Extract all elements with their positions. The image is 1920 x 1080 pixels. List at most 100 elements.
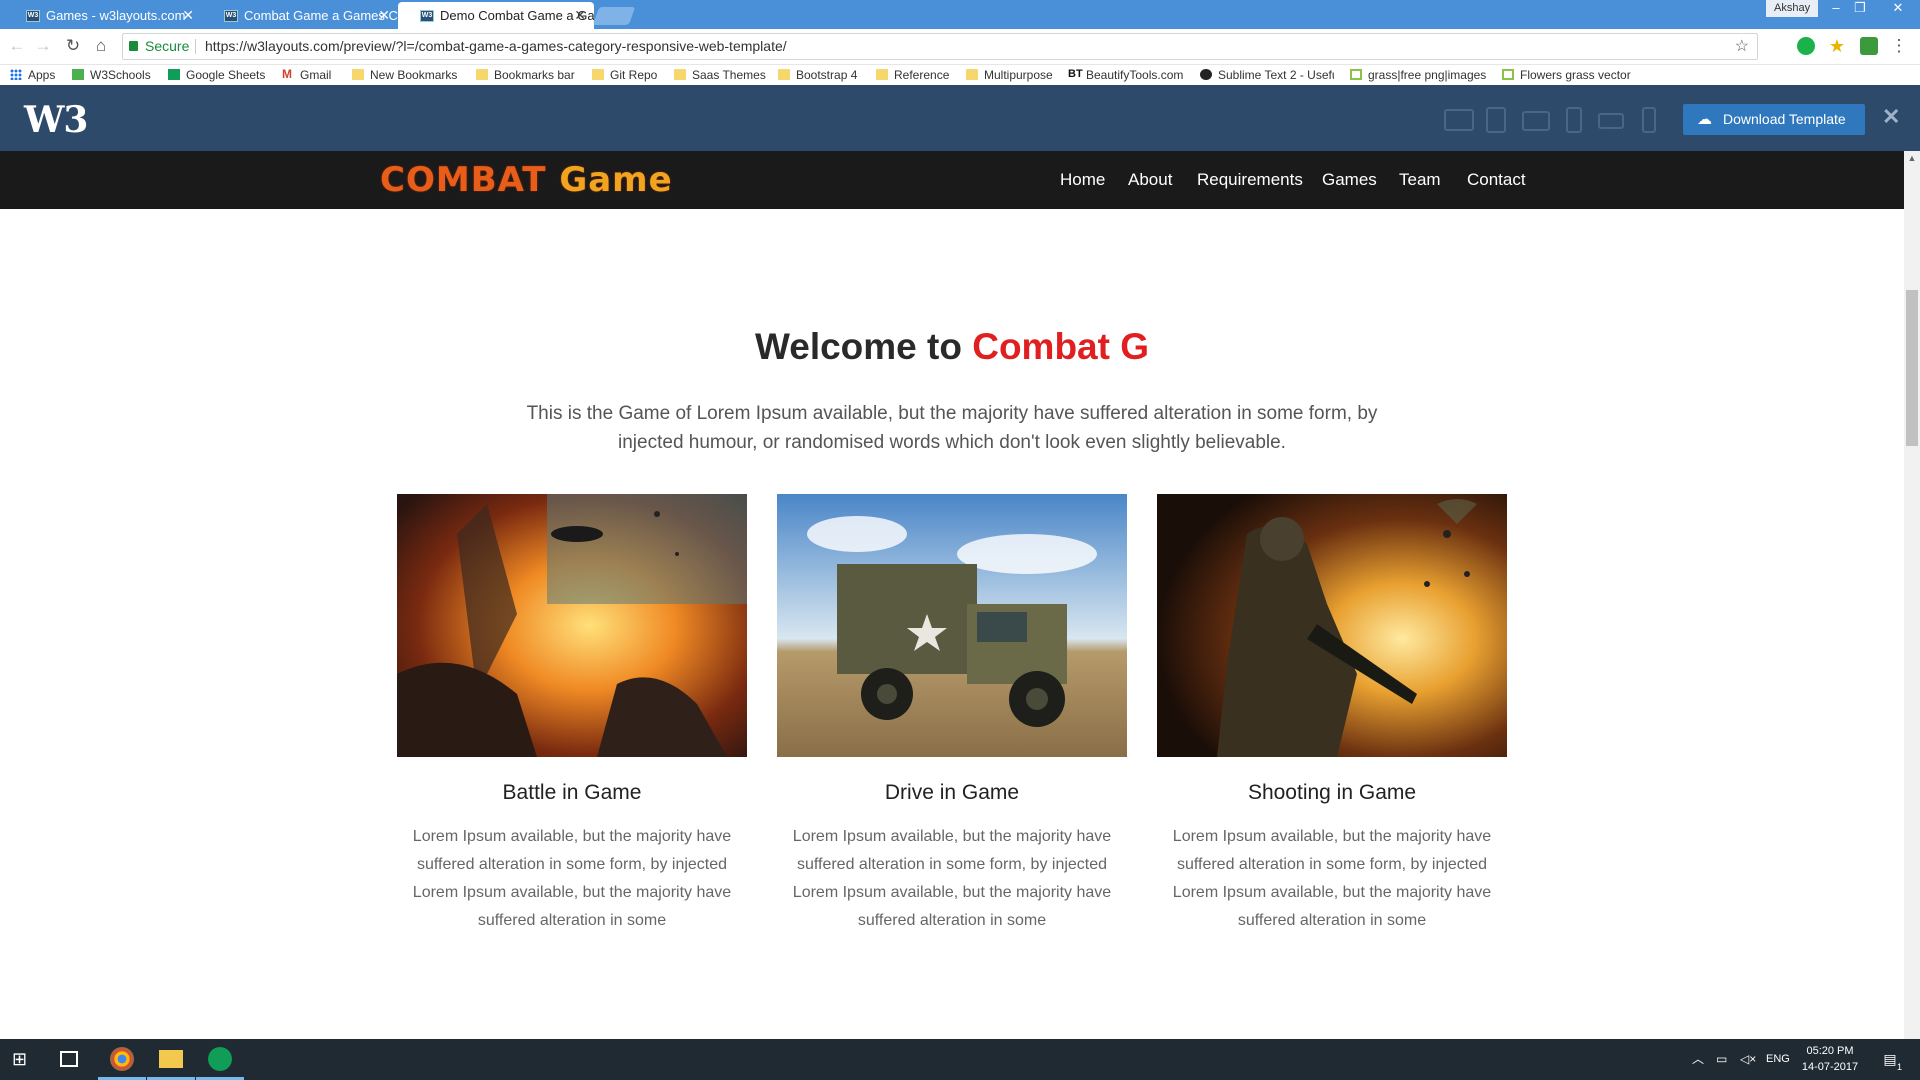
volume-icon[interactable]: ◁× — [1740, 1039, 1756, 1080]
close-icon[interactable]: ✕ — [574, 2, 586, 29]
tab-combat-game[interactable]: W3 Combat Game a Games Category ✕ — [202, 2, 398, 29]
url-input[interactable]: Secure https://w3layouts.com/preview/?l=… — [122, 33, 1758, 60]
reload-icon[interactable]: ↻ — [62, 35, 84, 57]
logo-main-text: COMBAT — [380, 160, 547, 200]
notification-count: 1 — [1897, 1062, 1903, 1072]
hangouts-icon[interactable] — [208, 1047, 232, 1071]
bookmark-label: Sublime Text 2 - Useful — [1218, 68, 1334, 82]
tab-games[interactable]: W3 Games - w3layouts.com ✕ — [4, 2, 202, 29]
chrome-icon[interactable] — [110, 1047, 134, 1071]
bookmark-grass-png[interactable]: grass|free png|images — [1350, 67, 1486, 83]
card-text: Lorem Ipsum available, but the majority … — [792, 828, 1112, 929]
system-clock[interactable]: 05:20 PM 14-07-2017 — [1790, 1043, 1870, 1075]
extension-shield-icon[interactable] — [1860, 37, 1878, 55]
tab-demo-combat-game[interactable]: W3 Demo Combat Game a Games Category ✕ — [398, 2, 594, 29]
forward-arrow-icon[interactable]: → — [32, 35, 54, 57]
bookmark-w3schools[interactable]: W3Schools — [72, 67, 151, 83]
bookmark-label: Saas Themes — [692, 68, 766, 82]
desktop-view-icon[interactable] — [1444, 109, 1474, 131]
small-phone-icon[interactable] — [1642, 107, 1656, 133]
bookmark-git-repo[interactable]: Git Repo — [592, 67, 657, 83]
nav-about[interactable]: About — [1128, 151, 1172, 209]
new-tab-button[interactable] — [592, 7, 636, 25]
nav-team[interactable]: Team — [1399, 151, 1441, 209]
folder-icon — [966, 69, 978, 80]
bookmark-bookmarks-bar[interactable]: Bookmarks bar — [476, 67, 575, 83]
folder-icon — [876, 69, 888, 80]
windows-taskbar: ⊞ ︿ ▭ ◁× ENG 05:20 PM 14-07-2017 ▤ 1 — [0, 1039, 1920, 1080]
bookmark-label: Flowers grass vector — [1520, 68, 1631, 82]
restore-icon[interactable]: ❐ — [1846, 0, 1874, 18]
bookmark-gmail[interactable]: M Gmail — [282, 67, 331, 83]
nav-games[interactable]: Games — [1322, 151, 1377, 209]
windows-start-icon[interactable]: ⊞ — [12, 1047, 36, 1071]
game-card-shooting: Shooting in Game Lorem Ipsum available, … — [1157, 494, 1507, 935]
url-text: https://w3layouts.com/preview/?l=/combat… — [205, 38, 787, 54]
tray-chevron-icon[interactable]: ︿ — [1692, 1039, 1704, 1080]
back-arrow-icon[interactable]: ← — [6, 35, 28, 57]
bookmark-apps[interactable]: Apps — [10, 67, 55, 83]
file-explorer-icon[interactable] — [159, 1050, 183, 1068]
site-logo[interactable]: COMBAT Game — [380, 160, 673, 200]
close-icon[interactable]: ✕ — [182, 2, 194, 29]
welcome-heading: Welcome to Combat G — [0, 326, 1904, 368]
phone-landscape-icon[interactable] — [1598, 113, 1624, 129]
window-close-icon[interactable]: ✕ — [1876, 0, 1920, 18]
close-icon[interactable]: ✕ — [378, 2, 390, 29]
nav-contact[interactable]: Contact — [1467, 151, 1526, 209]
w3schools-icon — [72, 69, 84, 80]
bookmark-star-icon[interactable]: ☆ — [1735, 34, 1749, 59]
card-text: Lorem Ipsum available, but the majority … — [412, 828, 732, 929]
browser-tab-strip: W3 Games - w3layouts.com ✕ W3 Combat Gam… — [0, 0, 1920, 29]
tablet-portrait-icon[interactable] — [1486, 107, 1506, 133]
menu-kebab-icon[interactable]: ⋮ — [1888, 35, 1910, 57]
nav-home[interactable]: Home — [1060, 151, 1105, 209]
card-title: Drive in Game — [884, 781, 1020, 804]
bookmark-saas-themes[interactable]: Saas Themes — [674, 67, 766, 83]
bookmark-label: New Bookmarks — [370, 68, 458, 82]
sheets-icon — [168, 69, 180, 80]
cloud-download-icon: ☁ — [1697, 111, 1712, 128]
folder-icon — [352, 69, 364, 80]
bookmark-sublime-text[interactable]: Sublime Text 2 - Useful — [1200, 67, 1334, 83]
bookmark-label: Multipurpose — [984, 68, 1053, 82]
site-header: COMBAT Game Home About Requirements Game… — [0, 151, 1904, 209]
scroll-up-arrow-icon[interactable]: ▲ — [1904, 153, 1920, 163]
bookmark-flowers-grass[interactable]: Flowers grass vector — [1502, 67, 1636, 83]
game-card-drive: Drive in Game Lorem Ipsum available, but… — [777, 494, 1127, 935]
tab-title: Games - w3layouts.com — [46, 8, 186, 23]
tablet-landscape-icon[interactable] — [1522, 111, 1550, 131]
network-icon[interactable]: ▭ — [1716, 1039, 1727, 1080]
scrollbar-thumb[interactable] — [1906, 290, 1918, 446]
phone-portrait-icon[interactable] — [1566, 107, 1582, 133]
nav-requirements[interactable]: Requirements — [1197, 151, 1303, 209]
clock-time: 05:20 PM — [1806, 1045, 1854, 1057]
clock-date: 14-07-2017 — [1801, 1061, 1859, 1073]
lock-icon — [129, 41, 138, 51]
folder-icon — [592, 69, 604, 80]
bookmark-reference[interactable]: Reference — [876, 67, 949, 83]
w3-favicon-icon: W3 — [224, 10, 238, 22]
secure-label[interactable]: Secure — [145, 34, 189, 59]
extension-green-icon[interactable] — [1797, 37, 1815, 55]
intro-paragraph: This is the Game of Lorem Ipsum availabl… — [526, 403, 1378, 453]
bookmark-new-bookmarks[interactable]: New Bookmarks — [352, 67, 457, 83]
welcome-prefix: Welcome to — [754, 326, 962, 367]
task-view-icon[interactable] — [60, 1051, 78, 1067]
language-indicator[interactable]: ENG — [1766, 1039, 1790, 1080]
bookmark-multipurpose[interactable]: Multipurpose — [966, 67, 1053, 83]
home-icon[interactable]: ⌂ — [90, 35, 112, 57]
close-preview-icon[interactable]: ✕ — [1882, 105, 1900, 129]
extension-star-icon[interactable]: ★ — [1828, 37, 1846, 55]
w3-logo[interactable]: W3 — [24, 99, 88, 141]
bookmark-beautifytools[interactable]: BT BeautifyTools.com — [1068, 67, 1183, 83]
address-bar-row: ← → ↻ ⌂ Secure https://w3layouts.com/pre… — [0, 29, 1920, 65]
w3-favicon-icon: W3 — [26, 10, 40, 22]
page-scrollbar[interactable] — [1904, 151, 1920, 1039]
bookmark-bootstrap-4[interactable]: Bootstrap 4 — [778, 67, 857, 83]
w3-favicon-icon: W3 — [420, 10, 434, 22]
profile-name[interactable]: Akshay — [1766, 0, 1819, 17]
bookmark-label: Apps — [28, 68, 56, 82]
download-template-button[interactable]: ☁ Download Template — [1683, 104, 1865, 135]
bookmark-google-sheets[interactable]: Google Sheets — [168, 67, 265, 83]
